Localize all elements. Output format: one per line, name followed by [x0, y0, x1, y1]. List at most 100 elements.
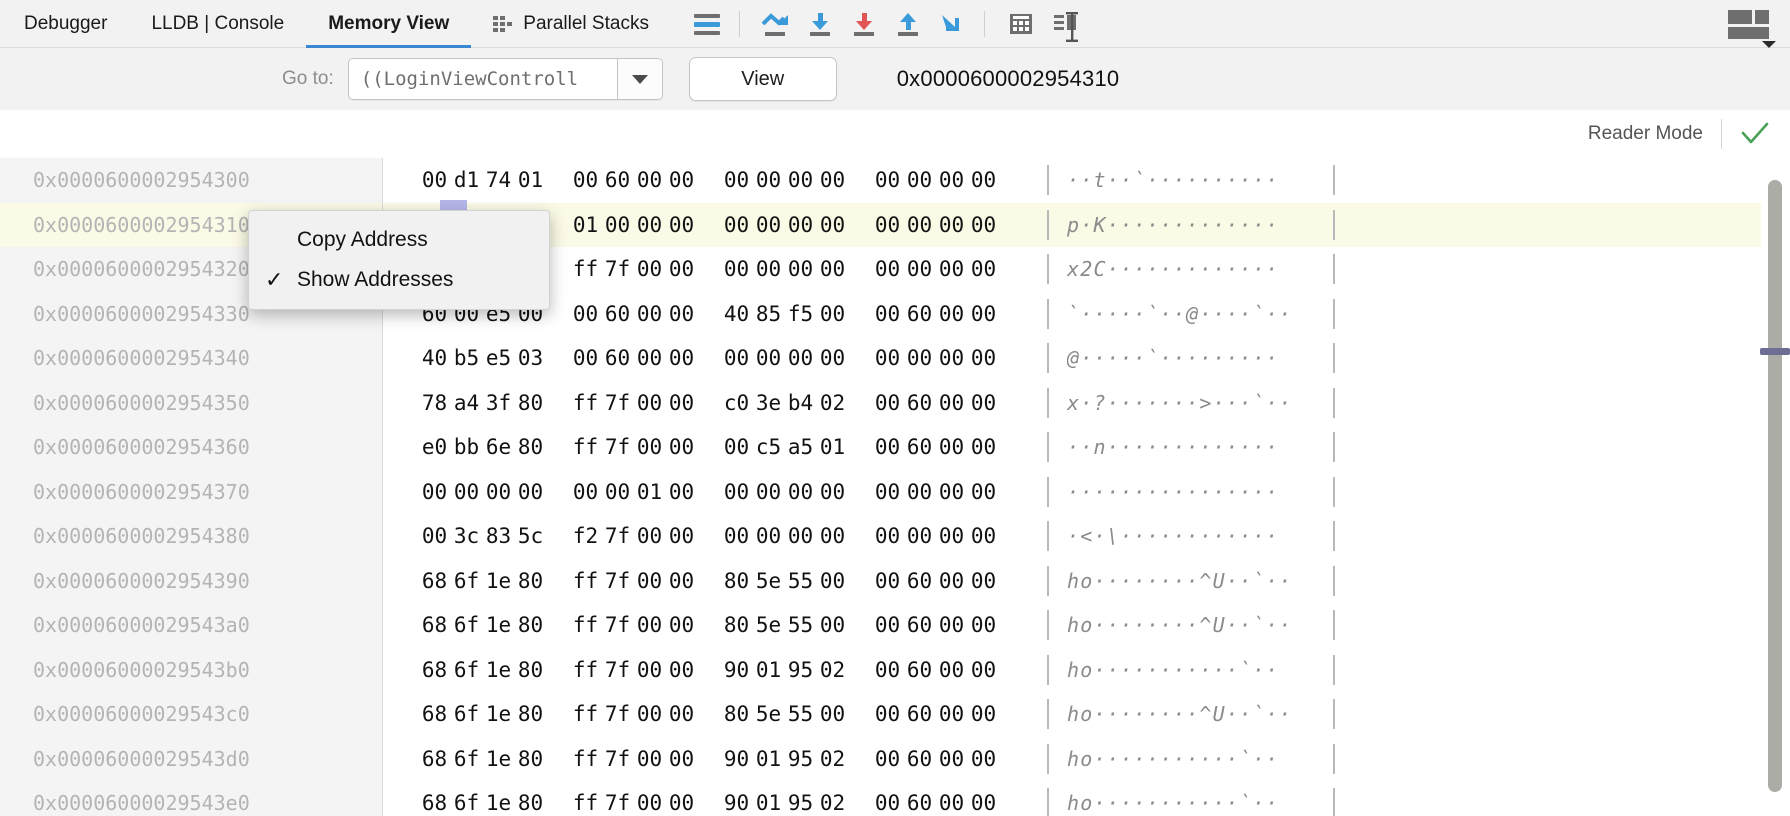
- hex-byte[interactable]: 1e: [485, 781, 512, 816]
- hex-byte[interactable]: 80: [517, 692, 544, 737]
- hex-byte[interactable]: 00: [938, 425, 965, 470]
- table-row[interactable]: 00 00 00 00 00 00 01 00 00 00 00 00 00 00 00 00 ········…: [383, 470, 1761, 515]
- hex-byte[interactable]: 00: [485, 470, 512, 515]
- hex-byte[interactable]: 6e: [485, 425, 512, 470]
- hex-byte[interactable]: 7f: [604, 737, 631, 782]
- hex-byte[interactable]: 7f: [604, 425, 631, 470]
- table-row[interactable]: 68 6f 1e 80 ff 7f 00 00 90 01 95 02 00 60 00 00 ho······…: [383, 737, 1761, 782]
- step-into-icon[interactable]: [798, 4, 842, 44]
- table-row[interactable]: 70174b06010000000000000000000000p·K·····…: [383, 202, 1761, 248]
- hex-byte[interactable]: 00: [970, 425, 997, 470]
- hex-byte[interactable]: 7f: [604, 381, 631, 426]
- hex-byte[interactable]: 1e: [485, 603, 512, 648]
- hex-byte[interactable]: 7f: [604, 514, 631, 559]
- hex-byte[interactable]: 00: [723, 425, 750, 470]
- hex-byte[interactable]: 00: [970, 559, 997, 604]
- table-row[interactable]: 00 d1 74 01 00 60 00 00 00 00 00 00 00 00 00 00 ··t··`··…: [383, 158, 1761, 203]
- hex-byte[interactable]: ff: [572, 692, 599, 737]
- hex-byte[interactable]: 00: [787, 203, 814, 248]
- step-over-icon[interactable]: [754, 4, 798, 44]
- hex-byte[interactable]: 68: [421, 737, 448, 782]
- hex-byte[interactable]: 00: [755, 247, 782, 292]
- hex-byte[interactable]: 00: [938, 514, 965, 559]
- hex-byte[interactable]: 80: [723, 692, 750, 737]
- hex-byte[interactable]: 55: [787, 559, 814, 604]
- hex-byte[interactable]: e5: [485, 336, 512, 381]
- hex-byte[interactable]: 00: [906, 203, 933, 248]
- hex-byte[interactable]: 00: [819, 603, 846, 648]
- hex-byte[interactable]: ff: [572, 559, 599, 604]
- hex-byte[interactable]: 00: [668, 203, 695, 248]
- hex-byte[interactable]: 85: [755, 292, 782, 337]
- hex-byte[interactable]: 00: [755, 336, 782, 381]
- hex-byte[interactable]: 00: [874, 381, 901, 426]
- table-row[interactable]: 68 6f 1e 80 ff 7f 00 00 80 5e 55 00 00 60 00 00 ho······…: [383, 603, 1761, 648]
- address-label[interactable]: 0x0000600002954300: [0, 158, 382, 203]
- hex-byte[interactable]: 80: [517, 559, 544, 604]
- hex-byte[interactable]: 00: [819, 559, 846, 604]
- hex-byte[interactable]: 00: [636, 648, 663, 693]
- hex-byte[interactable]: 00: [787, 158, 814, 203]
- hex-byte[interactable]: 01: [572, 203, 599, 248]
- hex-byte[interactable]: 00: [787, 514, 814, 559]
- hex-byte[interactable]: 00: [819, 470, 846, 515]
- hex-byte[interactable]: 00: [668, 381, 695, 426]
- hex-byte[interactable]: b5: [453, 336, 480, 381]
- hex-byte[interactable]: ff: [572, 425, 599, 470]
- hex-byte[interactable]: 00: [668, 559, 695, 604]
- hex-byte[interactable]: 7f: [604, 692, 631, 737]
- hex-byte[interactable]: d1: [453, 158, 480, 203]
- hex-byte[interactable]: 00: [421, 514, 448, 559]
- hex-byte[interactable]: a4: [453, 381, 480, 426]
- hex-byte[interactable]: 60: [906, 425, 933, 470]
- hex-byte[interactable]: 00: [874, 336, 901, 381]
- hex-byte[interactable]: 1e: [485, 559, 512, 604]
- hex-byte[interactable]: 00: [970, 247, 997, 292]
- hex-byte[interactable]: 01: [755, 648, 782, 693]
- hex-byte[interactable]: 00: [723, 158, 750, 203]
- hex-byte[interactable]: 00: [970, 336, 997, 381]
- address-label[interactable]: 0x00006000029543c0: [0, 692, 382, 737]
- window-layout-icon[interactable]: [1722, 0, 1790, 48]
- hex-byte[interactable]: 90: [723, 781, 750, 816]
- hex-byte[interactable]: 55: [787, 692, 814, 737]
- hex-byte[interactable]: 00: [421, 470, 448, 515]
- hex-byte[interactable]: 00: [636, 737, 663, 782]
- hex-byte[interactable]: 00: [819, 203, 846, 248]
- hex-byte[interactable]: 74: [485, 158, 512, 203]
- hex-byte[interactable]: 40: [421, 336, 448, 381]
- table-row[interactable]: e0 bb 6e 80 ff 7f 00 00 00 c5 a5 01 00 60 00 00 ··n·····…: [383, 425, 1761, 470]
- hex-byte[interactable]: 02: [819, 648, 846, 693]
- hex-byte[interactable]: 00: [938, 470, 965, 515]
- hex-byte[interactable]: 00: [874, 737, 901, 782]
- hex-byte[interactable]: 80: [517, 648, 544, 693]
- hex-byte[interactable]: 40: [723, 292, 750, 337]
- hex-byte[interactable]: 00: [668, 737, 695, 782]
- ascii-text[interactable]: x2C·············: [1067, 247, 1315, 292]
- menu-item-copy-address[interactable]: Copy Address: [249, 220, 549, 260]
- hex-byte[interactable]: 68: [421, 559, 448, 604]
- hex-byte[interactable]: 5e: [755, 692, 782, 737]
- address-label[interactable]: 0x00006000029543a0: [0, 603, 382, 648]
- hex-byte[interactable]: 60: [906, 781, 933, 816]
- hex-byte[interactable]: 00: [723, 470, 750, 515]
- hex-byte[interactable]: 00: [906, 470, 933, 515]
- hex-byte[interactable]: 80: [517, 737, 544, 782]
- hex-byte[interactable]: 01: [755, 781, 782, 816]
- hex-byte[interactable]: 00: [970, 381, 997, 426]
- hex-byte[interactable]: 00: [668, 292, 695, 337]
- hex-byte[interactable]: 00: [453, 470, 480, 515]
- hex-byte[interactable]: 00: [636, 559, 663, 604]
- hex-byte[interactable]: 00: [970, 514, 997, 559]
- hex-byte[interactable]: 00: [874, 603, 901, 648]
- hex-byte[interactable]: 7f: [604, 781, 631, 816]
- hex-byte[interactable]: 60: [604, 336, 631, 381]
- hex-byte[interactable]: 00: [906, 514, 933, 559]
- hex-byte[interactable]: 00: [938, 781, 965, 816]
- address-label[interactable]: 0x00006000029543d0: [0, 737, 382, 782]
- hex-byte[interactable]: e0: [421, 425, 448, 470]
- hex-byte[interactable]: 68: [421, 648, 448, 693]
- hex-byte[interactable]: 00: [572, 292, 599, 337]
- hex-byte[interactable]: 00: [572, 336, 599, 381]
- hex-byte[interactable]: 00: [938, 559, 965, 604]
